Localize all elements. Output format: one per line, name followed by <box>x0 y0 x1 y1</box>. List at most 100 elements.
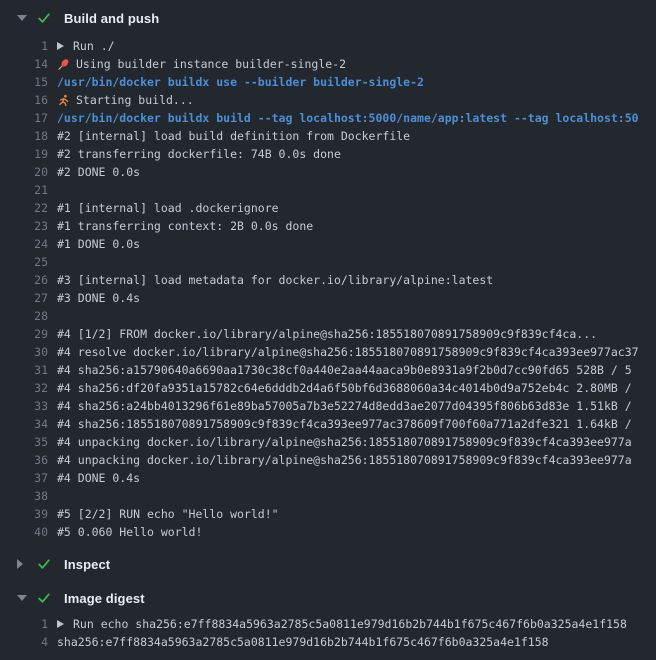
log-text: #4 unpacking docker.io/library/alpine@sh… <box>57 433 632 451</box>
line-number[interactable]: 14 <box>0 55 48 73</box>
line-content: #2 transferring dockerfile: 74B 0.0s don… <box>57 145 341 163</box>
line-number[interactable]: 26 <box>0 271 48 289</box>
line-number[interactable]: 1 <box>0 615 48 633</box>
line-number[interactable]: 30 <box>0 343 48 361</box>
log-line: 1 Run echo sha256:e7ff8834a5963a2785c5a08… <box>0 615 656 633</box>
log-line: 36 #4 unpacking docker.io/library/alpine@… <box>0 451 656 469</box>
log-line: 14 Using builder instance builder-single-… <box>0 55 656 73</box>
line-number[interactable]: 35 <box>0 433 48 451</box>
log-line: 4 sha256:e7ff8834a5963a2785c5a0811e979d16… <box>0 633 656 651</box>
line-number[interactable]: 28 <box>0 307 48 325</box>
line-number[interactable]: 16 <box>0 91 48 109</box>
line-content: #4 DONE 0.4s <box>57 469 140 487</box>
log-line: 28 <box>0 307 656 325</box>
line-number[interactable]: 37 <box>0 469 48 487</box>
log-line: 22 #1 [internal] load .dockerignore <box>0 199 656 217</box>
line-number[interactable]: 29 <box>0 325 48 343</box>
line-content: #4 sha256:df20fa9351a15782c64e6dddb2d4a6… <box>57 379 632 397</box>
log-line: 20 #2 DONE 0.0s <box>0 163 656 181</box>
check-success-icon <box>37 557 51 571</box>
line-number[interactable]: 4 <box>0 633 48 651</box>
section-header-image-digest[interactable]: Image digest <box>0 584 656 612</box>
chevron-down-icon <box>17 15 27 21</box>
line-number[interactable]: 20 <box>0 163 48 181</box>
log-text: #1 DONE 0.0s <box>57 235 140 253</box>
line-content: Starting build... <box>57 91 194 109</box>
line-content: /usr/bin/docker buildx build --tag local… <box>57 109 639 127</box>
line-number[interactable]: 39 <box>0 505 48 523</box>
line-content: #2 [internal] load build definition from… <box>57 127 410 145</box>
line-number[interactable]: 21 <box>0 181 48 199</box>
line-number[interactable]: 25 <box>0 253 48 271</box>
line-number[interactable]: 23 <box>0 217 48 235</box>
line-content: #4 unpacking docker.io/library/alpine@sh… <box>57 451 632 469</box>
log-text: Run echo sha256:e7ff8834a5963a2785c5a081… <box>73 615 627 633</box>
log-text: #4 unpacking docker.io/library/alpine@sh… <box>57 451 632 469</box>
expand-group-icon[interactable] <box>57 620 64 628</box>
log-text: sha256:e7ff8834a5963a2785c5a0811e979d16b… <box>57 633 549 651</box>
line-number[interactable]: 32 <box>0 379 48 397</box>
section-log-image-digest: 1 Run echo sha256:e7ff8834a5963a2785c5a08… <box>0 612 656 660</box>
line-content: #3 [internal] load metadata for docker.i… <box>57 271 493 289</box>
line-number[interactable]: 27 <box>0 289 48 307</box>
line-number[interactable]: 36 <box>0 451 48 469</box>
log-text: Starting build... <box>76 91 194 109</box>
runner-icon <box>57 94 70 107</box>
line-number[interactable]: 24 <box>0 235 48 253</box>
log-line: 38 <box>0 487 656 505</box>
line-content: #4 sha256:a15790640a6690aa1730c38cf0a440… <box>57 361 632 379</box>
line-content: #4 sha256:185518070891758909c9f839cf4ca3… <box>57 415 632 433</box>
log-line: 21 <box>0 181 656 199</box>
line-number[interactable]: 19 <box>0 145 48 163</box>
pushpin-icon <box>57 58 70 71</box>
line-number[interactable]: 33 <box>0 397 48 415</box>
line-number[interactable]: 38 <box>0 487 48 505</box>
log-text: Using builder instance builder-single-2 <box>76 55 346 73</box>
line-content: #1 transferring context: 2B 0.0s done <box>57 217 313 235</box>
line-number[interactable]: 1 <box>0 37 48 55</box>
line-content: #5 0.060 Hello world! <box>57 523 202 541</box>
line-number[interactable]: 40 <box>0 523 48 541</box>
section-header-inspect[interactable]: Inspect <box>0 550 656 578</box>
section-inspect: Inspect <box>0 550 656 578</box>
log-text: #2 DONE 0.0s <box>57 163 140 181</box>
log-line: 31 #4 sha256:a15790640a6690aa1730c38cf0a4… <box>0 361 656 379</box>
line-content: #5 [2/2] RUN echo "Hello world!" <box>57 505 279 523</box>
log-text: #4 resolve docker.io/library/alpine@sha2… <box>57 343 639 361</box>
line-number[interactable]: 31 <box>0 361 48 379</box>
log-line: 32 #4 sha256:df20fa9351a15782c64e6dddb2d4… <box>0 379 656 397</box>
log-text: #4 [1/2] FROM docker.io/library/alpine@s… <box>57 325 597 343</box>
line-content: /usr/bin/docker buildx use --builder bui… <box>57 73 424 91</box>
log-text: #4 sha256:df20fa9351a15782c64e6dddb2d4a6… <box>57 379 632 397</box>
chevron-down-icon <box>17 595 27 601</box>
log-text: #5 0.060 Hello world! <box>57 523 202 541</box>
line-number[interactable]: 17 <box>0 109 48 127</box>
log-text: /usr/bin/docker buildx build --tag local… <box>57 109 639 127</box>
section-image-digest: Image digest 1 Run echo sha256:e7ff8834a59… <box>0 584 656 660</box>
line-number[interactable]: 18 <box>0 127 48 145</box>
log-line: 25 <box>0 253 656 271</box>
log-line: 33#4 sha256:a24bb4013296f61e89ba57005a7b… <box>0 397 656 415</box>
line-content: #1 [internal] load .dockerignore <box>57 199 279 217</box>
section-title: Inspect <box>64 557 110 572</box>
log-text: Run ./ <box>73 37 115 55</box>
section-header-build-and-push[interactable]: Build and push <box>0 4 656 32</box>
line-content: #4 unpacking docker.io/library/alpine@sh… <box>57 433 632 451</box>
log-line: 37 #4 DONE 0.4s <box>0 469 656 487</box>
log-line: 23 #1 transferring context: 2B 0.0s done <box>0 217 656 235</box>
line-content: #2 DONE 0.0s <box>57 163 140 181</box>
check-success-icon <box>37 11 51 25</box>
line-number[interactable]: 15 <box>0 73 48 91</box>
section-title: Image digest <box>64 591 145 606</box>
log-line: 40 #5 0.060 Hello world! <box>0 523 656 541</box>
line-number[interactable]: 22 <box>0 199 48 217</box>
section-title: Build and push <box>64 11 159 26</box>
check-success-icon <box>37 591 51 605</box>
line-content: #1 DONE 0.0s <box>57 235 140 253</box>
line-content: sha256:e7ff8834a5963a2785c5a0811e979d16b… <box>57 633 549 651</box>
chevron-right-icon <box>17 559 23 569</box>
expand-group-icon[interactable] <box>57 42 64 50</box>
log-text: /usr/bin/docker buildx use --builder bui… <box>57 73 424 91</box>
line-number[interactable]: 34 <box>0 415 48 433</box>
log-text: #4 sha256:185518070891758909c9f839cf4ca3… <box>57 415 632 433</box>
